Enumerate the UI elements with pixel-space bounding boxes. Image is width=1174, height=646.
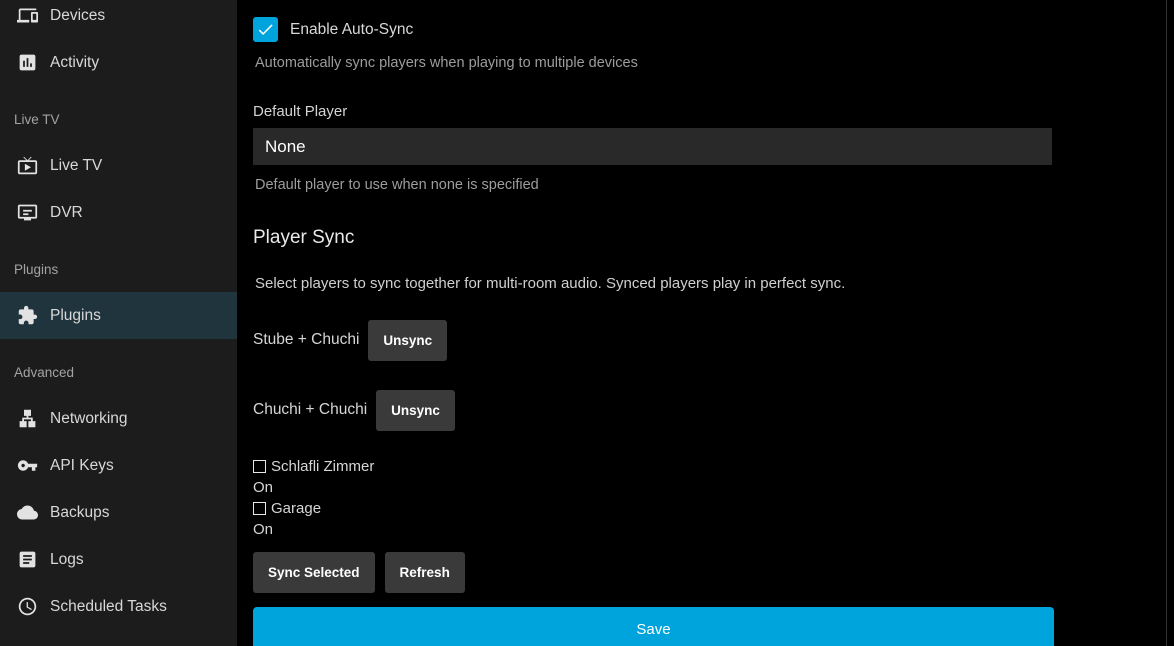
- main-content: Enable Auto-Sync Automatically sync play…: [237, 0, 1174, 646]
- sync-group-name: Chuchi + Chuchi: [253, 401, 367, 419]
- sidebar: Devices Activity Live TV Live TV DVR Plu…: [0, 0, 237, 646]
- live-tv-icon: [15, 154, 39, 178]
- player-checkbox[interactable]: [253, 502, 266, 515]
- sync-group-name: Stube + Chuchi: [253, 331, 359, 349]
- sidebar-item-api-keys[interactable]: API Keys: [0, 442, 237, 489]
- default-player-help: Default player to use when none is speci…: [253, 177, 1053, 193]
- auto-sync-help: Automatically sync players when playing …: [253, 55, 1053, 71]
- devices-icon: [15, 4, 39, 28]
- sidebar-list: Devices Activity Live TV Live TV DVR Plu…: [0, 0, 237, 630]
- backups-icon: [15, 501, 39, 525]
- sidebar-item-label: API Keys: [50, 457, 114, 475]
- check-icon: [256, 20, 275, 39]
- sidebar-item-label: Live TV: [50, 157, 102, 175]
- sidebar-item-scheduled-tasks[interactable]: Scheduled Tasks: [0, 583, 237, 630]
- sidebar-item-networking[interactable]: Networking: [0, 395, 237, 442]
- sidebar-item-live-tv[interactable]: Live TV: [0, 142, 237, 189]
- default-player-label: Default Player: [253, 103, 1053, 120]
- player-sync-title: Player Sync: [253, 227, 1053, 249]
- player-status: On: [253, 479, 1053, 496]
- networking-icon: [15, 407, 39, 431]
- activity-icon: [15, 51, 39, 75]
- sidebar-item-label: Activity: [50, 54, 99, 72]
- player-row: Garage: [253, 500, 1053, 517]
- scrollbar[interactable]: [1166, 0, 1174, 646]
- sidebar-item-label: Scheduled Tasks: [50, 598, 167, 616]
- save-button[interactable]: Save: [253, 607, 1054, 646]
- plugins-icon: [15, 304, 39, 328]
- sidebar-item-devices[interactable]: Devices: [0, 0, 237, 39]
- player-name: Schlafli Zimmer: [271, 458, 374, 475]
- auto-sync-row: Enable Auto-Sync: [253, 17, 1053, 42]
- action-row: Sync Selected Refresh: [253, 552, 1053, 593]
- api-keys-icon: [15, 454, 39, 478]
- sync-group-row: Stube + Chuchi Unsync: [253, 318, 1053, 362]
- sync-selected-button[interactable]: Sync Selected: [253, 552, 375, 593]
- auto-sync-checkbox[interactable]: [253, 17, 278, 42]
- sidebar-item-activity[interactable]: Activity: [0, 39, 237, 86]
- player-row: Schlafli Zimmer: [253, 458, 1053, 475]
- sidebar-item-label: Devices: [50, 7, 105, 25]
- sidebar-item-label: Backups: [50, 504, 109, 522]
- default-player-select[interactable]: None: [253, 128, 1052, 165]
- sidebar-item-label: Plugins: [50, 307, 101, 325]
- sidebar-item-label: Networking: [50, 410, 128, 428]
- sidebar-item-label: DVR: [50, 204, 83, 222]
- player-status: On: [253, 521, 1053, 538]
- sidebar-section-advanced: Advanced: [0, 339, 237, 395]
- sidebar-section-live-tv: Live TV: [0, 86, 237, 142]
- player-checkbox[interactable]: [253, 460, 266, 473]
- refresh-button[interactable]: Refresh: [385, 552, 465, 593]
- unsync-button[interactable]: Unsync: [368, 320, 447, 361]
- sidebar-item-label: Logs: [50, 551, 84, 569]
- sidebar-item-dvr[interactable]: DVR: [0, 189, 237, 236]
- player-list: Schlafli Zimmer On Garage On: [253, 458, 1053, 538]
- sidebar-item-backups[interactable]: Backups: [0, 489, 237, 536]
- auto-sync-label: Enable Auto-Sync: [290, 21, 413, 39]
- player-name: Garage: [271, 500, 321, 517]
- sidebar-item-logs[interactable]: Logs: [0, 536, 237, 583]
- player-sync-description: Select players to sync together for mult…: [253, 275, 1053, 292]
- scheduled-tasks-icon: [15, 595, 39, 619]
- sync-group-row: Chuchi + Chuchi Unsync: [253, 388, 1053, 432]
- dvr-icon: [15, 201, 39, 225]
- sidebar-section-plugins: Plugins: [0, 236, 237, 292]
- sidebar-item-plugins[interactable]: Plugins: [0, 292, 237, 339]
- unsync-button[interactable]: Unsync: [376, 390, 455, 431]
- logs-icon: [15, 548, 39, 572]
